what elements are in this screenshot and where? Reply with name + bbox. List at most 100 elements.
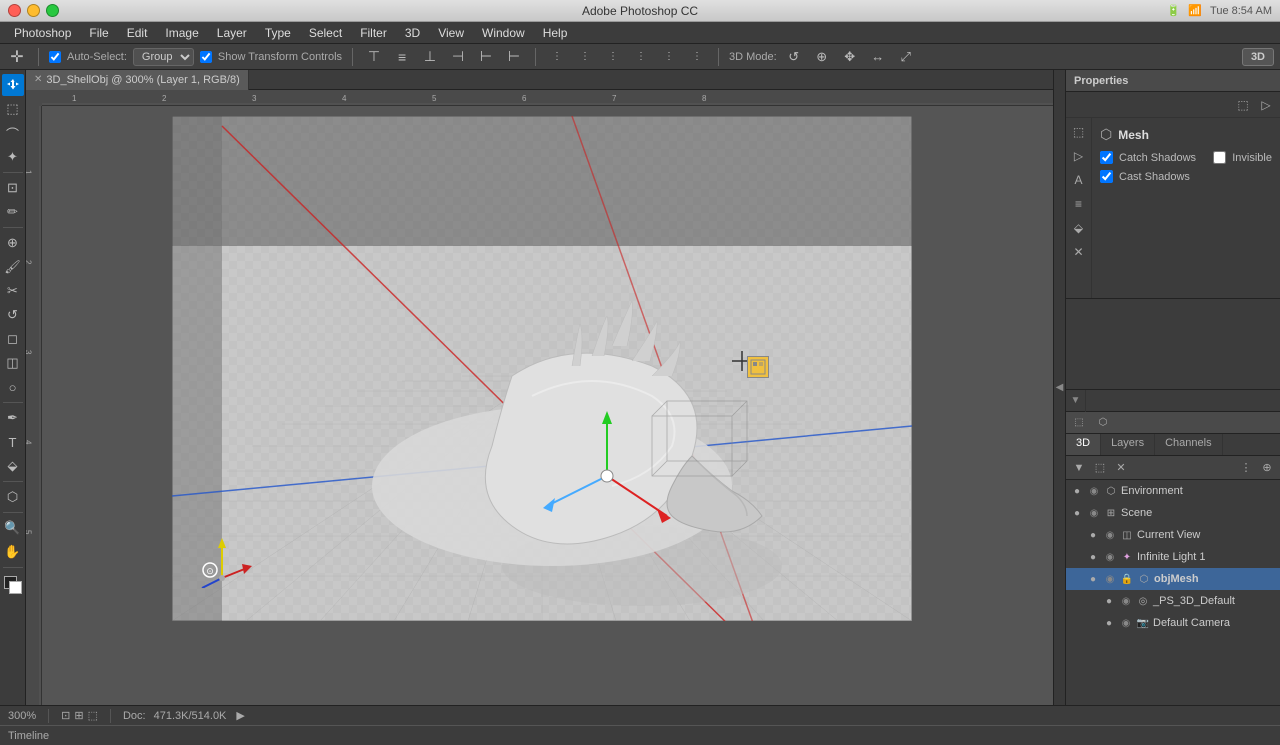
invisible-checkbox[interactable]	[1213, 151, 1226, 164]
zoom-screen-icon[interactable]: ⬚	[88, 709, 98, 722]
menu-image[interactable]: Image	[157, 24, 206, 42]
align-hcenter-btn[interactable]: ⊢	[475, 46, 497, 68]
heal-tool[interactable]: ⊕	[2, 232, 24, 254]
3d-mode-indicator[interactable]: 3D	[1242, 48, 1274, 66]
visibility-icon-mat[interactable]: ●	[1102, 594, 1116, 608]
window-controls[interactable]	[8, 4, 59, 17]
menu-type[interactable]: Type	[257, 24, 299, 42]
path-tool[interactable]: ⬙	[2, 455, 24, 477]
clone-tool[interactable]: ✂	[2, 280, 24, 302]
auto-select-checkbox[interactable]	[49, 51, 61, 63]
pen-tool[interactable]: ✒	[2, 407, 24, 429]
visibility-icon-cam[interactable]: ●	[1102, 616, 1116, 630]
layer-options-icon[interactable]: ⋮	[1237, 459, 1255, 477]
distribute-vcenter-btn[interactable]: ⋮	[574, 46, 596, 68]
3d-slide-btn[interactable]: ↔	[867, 46, 889, 68]
align-top-btn[interactable]: ⊤	[363, 46, 385, 68]
3d-tool[interactable]: ⬡	[2, 486, 24, 508]
layer-camera[interactable]: ● ◉ 📷 Default Camera	[1066, 612, 1280, 634]
align-vcenter-btn[interactable]: ≡	[391, 46, 413, 68]
zoom-tool[interactable]: 🔍	[2, 517, 24, 539]
layer-current-view[interactable]: ● ◉ ◫ Current View	[1066, 524, 1280, 546]
menu-layer[interactable]: Layer	[209, 24, 255, 42]
maximize-button[interactable]	[46, 4, 59, 17]
menu-view[interactable]: View	[430, 24, 472, 42]
prop-icon-1[interactable]: ⬚	[1233, 95, 1253, 115]
text-tool[interactable]: T	[2, 431, 24, 453]
panel-minimize-icon[interactable]: ⬚	[1070, 414, 1088, 432]
wand-tool[interactable]: ✦	[2, 146, 24, 168]
eyedropper-tool[interactable]: ✏	[2, 201, 24, 223]
visibility-icon-env[interactable]: ●	[1070, 484, 1084, 498]
new-layer-icon[interactable]: ⬚	[1091, 459, 1109, 477]
3d-pan-btn[interactable]: ✥	[839, 46, 861, 68]
visibility-icon-scene[interactable]: ●	[1070, 506, 1084, 520]
3d-scale-btn[interactable]: ⤢	[895, 46, 917, 68]
eraser-tool[interactable]: ◻	[2, 328, 24, 350]
close-button[interactable]	[8, 4, 21, 17]
distribute-right-btn[interactable]: ⋮	[686, 46, 708, 68]
zoom-expand-icon[interactable]: ⊞	[74, 709, 83, 722]
prop-tool-3[interactable]: A	[1069, 170, 1089, 190]
prop-tool-2[interactable]: ▷	[1069, 146, 1089, 166]
color-swatch[interactable]	[2, 574, 24, 596]
distribute-hcenter-btn[interactable]: ⋮	[658, 46, 680, 68]
menu-file[interactable]: File	[81, 24, 116, 42]
align-right-btn[interactable]: ⊢	[503, 46, 525, 68]
lasso-tool[interactable]: ⌒	[2, 122, 24, 144]
distribute-top-btn[interactable]: ⋮	[546, 46, 568, 68]
align-left-btn[interactable]: ⊣	[447, 46, 469, 68]
menu-photoshop[interactable]: Photoshop	[6, 24, 79, 42]
tab-channels[interactable]: Channels	[1155, 434, 1222, 455]
zoom-shrink-icon[interactable]: ⊡	[61, 709, 70, 722]
panel-collapse-button[interactable]: ◀	[1053, 70, 1065, 705]
gradient-tool[interactable]: ◫	[2, 352, 24, 374]
layer-scene[interactable]: ● ◉ ⊞ Scene	[1066, 502, 1280, 524]
menu-select[interactable]: Select	[301, 24, 350, 42]
3d-roll-btn[interactable]: ⊕	[811, 46, 833, 68]
zoom-controls[interactable]: ⊡ ⊞ ⬚	[61, 709, 98, 722]
hand-tool[interactable]: ✋	[2, 541, 24, 563]
visibility-icon-view[interactable]: ●	[1086, 528, 1100, 542]
menu-help[interactable]: Help	[535, 24, 576, 42]
move-tool-options[interactable]: ✛	[6, 46, 28, 68]
panel-expand-button[interactable]: ▼	[1066, 390, 1086, 412]
layer-obj-mesh[interactable]: ● ◉ 🔒 ⬡ objMesh	[1066, 568, 1280, 590]
auto-select-dropdown[interactable]: Group Layer	[133, 48, 194, 66]
document-tab[interactable]: ✕ 3D_ShellObj @ 300% (Layer 1, RGB/8)	[26, 70, 249, 90]
delete-layer-icon[interactable]: ✕	[1112, 459, 1130, 477]
filter-icon[interactable]: ▼	[1070, 459, 1088, 477]
crop-tool[interactable]: ⊡	[2, 177, 24, 199]
layer-environment[interactable]: ● ◉ ⬡ Environment	[1066, 480, 1280, 502]
menu-edit[interactable]: Edit	[119, 24, 156, 42]
align-bottom-btn[interactable]: ⊥	[419, 46, 441, 68]
prop-tool-4[interactable]: ≡	[1069, 194, 1089, 214]
cast-shadows-checkbox[interactable]	[1100, 170, 1113, 183]
minimize-button[interactable]	[27, 4, 40, 17]
dodge-tool[interactable]: ○	[2, 376, 24, 398]
layer-add-icon[interactable]: ⊕	[1258, 459, 1276, 477]
layer-ps-default[interactable]: ● ◉ ◎ _PS_3D_Default	[1066, 590, 1280, 612]
visibility-icon-mesh[interactable]: ●	[1086, 572, 1100, 586]
prop-tool-5[interactable]: ⬙	[1069, 218, 1089, 238]
distribute-bottom-btn[interactable]: ⋮	[602, 46, 624, 68]
close-icon[interactable]: ✕	[34, 74, 42, 85]
history-tool[interactable]: ↺	[2, 304, 24, 326]
marquee-tool[interactable]: ⬚	[2, 98, 24, 120]
catch-shadows-checkbox[interactable]	[1100, 151, 1113, 164]
tab-3d[interactable]: 3D	[1066, 434, 1101, 455]
distribute-left-btn[interactable]: ⋮	[630, 46, 652, 68]
menu-3d[interactable]: 3D	[397, 24, 428, 42]
move-tool[interactable]	[2, 74, 24, 96]
menu-window[interactable]: Window	[474, 24, 533, 42]
prop-tool-6[interactable]: ✕	[1069, 242, 1089, 262]
prop-tool-1[interactable]: ⬚	[1069, 122, 1089, 142]
3d-rotate-btn[interactable]: ↺	[783, 46, 805, 68]
layer-infinite-light[interactable]: ● ◉ ✦ Infinite Light 1	[1066, 546, 1280, 568]
show-transform-checkbox[interactable]	[200, 51, 212, 63]
brush-tool[interactable]: 🖌	[2, 256, 24, 278]
panel-max-icon[interactable]: ⬡	[1094, 414, 1112, 432]
tab-layers[interactable]: Layers	[1101, 434, 1155, 455]
canvas-viewport[interactable]: ⊙	[42, 106, 1053, 705]
prop-icon-2[interactable]: ▷	[1256, 95, 1276, 115]
